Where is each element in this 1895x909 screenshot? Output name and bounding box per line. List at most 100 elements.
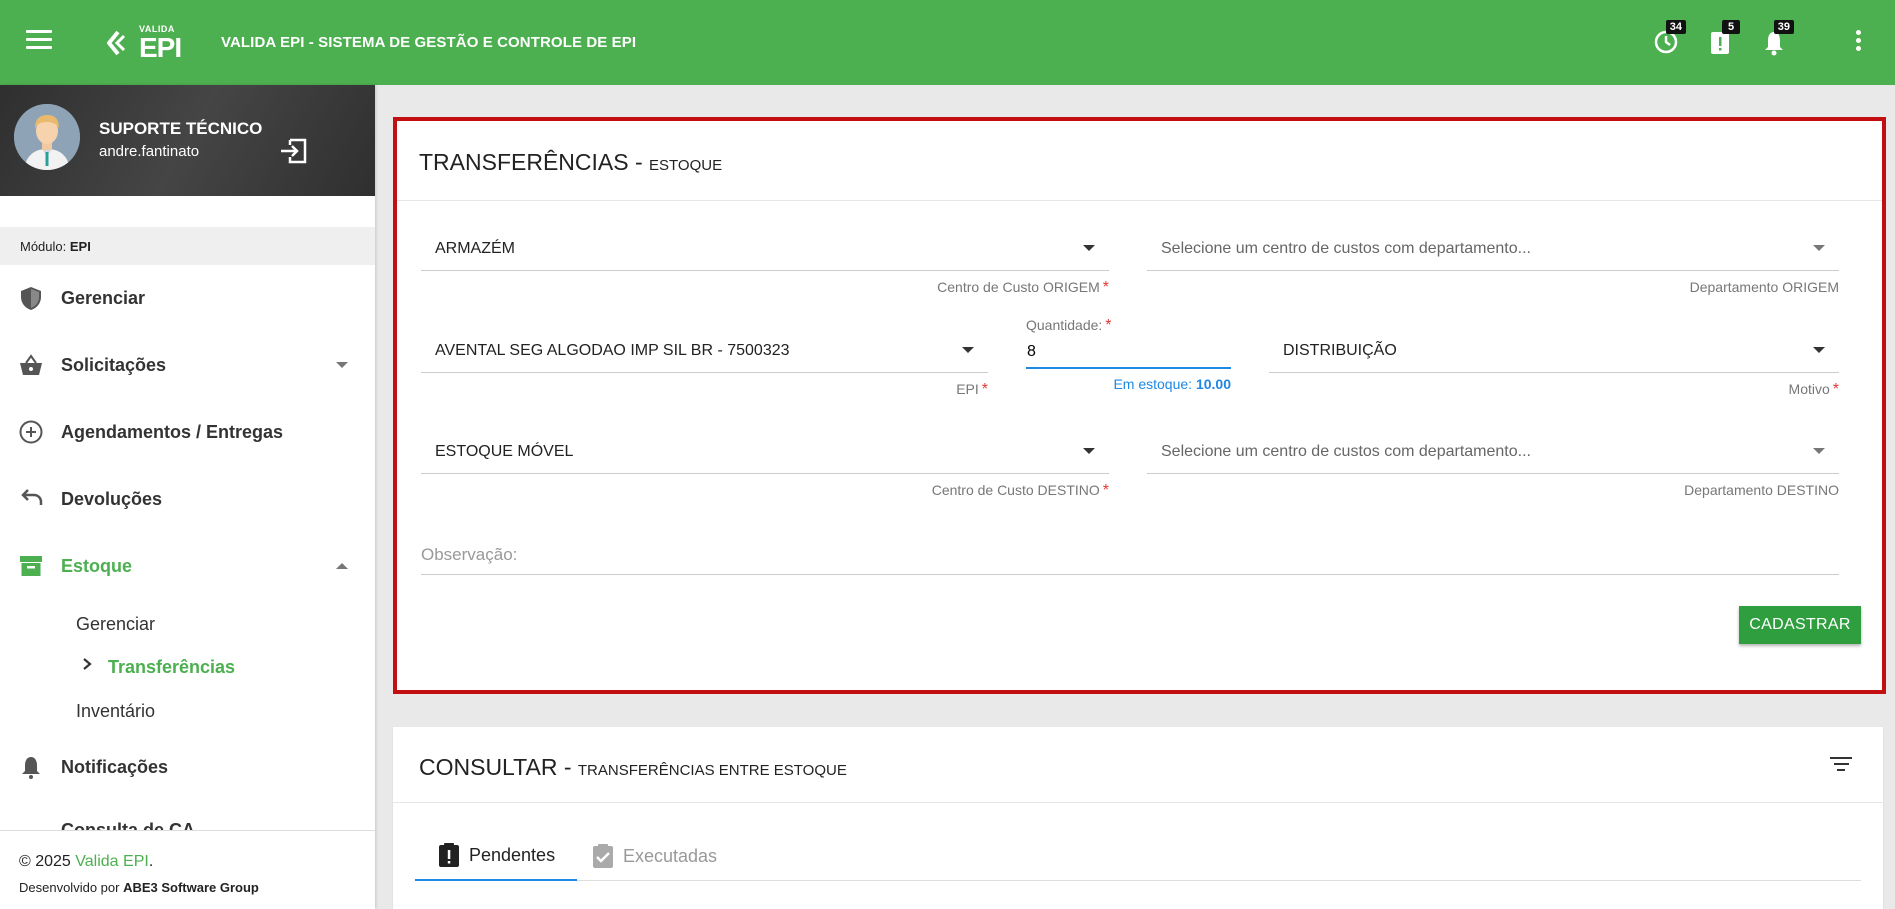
sidebar-item-notificacoes[interactable]: Notificações [0,742,375,792]
app-logo[interactable]: VALIDA EPI [105,22,182,64]
sidebar-subitem-inventario[interactable]: Inventário [76,701,155,722]
user-panel: SUPORTE TÉCNICO andre.fantinato [0,85,375,196]
logout-button[interactable] [278,136,310,166]
sidebar-item-label: Estoque [61,555,133,576]
dest-department-field: Selecione um centro de custos com depart… [1147,426,1839,498]
filter-icon[interactable] [1829,757,1853,775]
transfer-form-card: TRANSFERÊNCIAS - ESTOQUE ARMAZÉM Centro … [393,117,1886,694]
dest-cost-center-field: ESTOQUE MÓVEL Centro de Custo DESTINO * [421,426,1109,499]
reason-hint: Motivo * [1788,381,1839,398]
reason-value: DISTRIBUIÇÃO [1283,342,1397,359]
tab-pending[interactable]: Pendentes [415,831,578,881]
sidebar-item-estoque[interactable]: Estoque [0,541,375,591]
tab-executed[interactable]: Executadas [587,831,717,881]
menu-icon[interactable] [26,30,52,52]
consult-title-sub: TRANSFERÊNCIAS ENTRE ESTOQUE [577,762,847,779]
origin-department-placeholder: Selecione um centro de custos com depart… [1161,240,1531,257]
brand-link[interactable]: Valida EPI [75,853,149,870]
logout-icon [281,138,307,164]
consult-tabs: Pendentes Executadas [415,831,1861,881]
stock-hint: Em estoque: 10.00 [1113,376,1231,392]
dest-department-hint: Departamento DESTINO [1684,482,1839,498]
card-title-sub: ESTOQUE [649,157,723,174]
card-title: TRANSFERÊNCIAS - ESTOQUE [419,149,1882,176]
developer-credit: Desenvolvido por ABE3 Software Group [19,880,375,895]
dest-cost-center-value: ESTOQUE MÓVEL [435,443,574,460]
chevron-down-icon [336,362,348,368]
history-badge: 34 [1665,20,1686,34]
origin-cost-center-value: ARMAZÉM [435,240,515,257]
sidebar-item-solicitacoes[interactable]: Solicitações [0,340,375,390]
dropdown-caret-icon [1813,347,1825,353]
avatar [14,104,80,170]
dropdown-caret-icon [1813,448,1825,454]
user-role: SUPORTE TÉCNICO [99,119,263,138]
sidebar-item-label: Agendamentos / Entregas [61,421,284,442]
origin-cost-center-field: ARMAZÉM Centro de Custo ORIGEM * [421,223,1109,296]
top-bar: VALIDA EPI VALIDA EPI - SISTEMA DE GESTÃ… [0,0,1895,85]
observation-field [421,537,1839,575]
reason-select[interactable]: DISTRIBUIÇÃO [1269,325,1839,373]
dev-prefix: Desenvolvido por [19,880,120,895]
submit-button[interactable]: CADASTRAR [1739,606,1861,644]
archive-icon [20,556,42,576]
sidebar-subitem-gerenciar[interactable]: Gerenciar [76,614,155,635]
shield-icon [21,287,41,310]
logo-mark-icon [107,30,126,56]
origin-department-select[interactable]: Selecione um centro de custos com depart… [1147,223,1839,271]
tab-label: Pendentes [469,844,556,865]
alerts-button[interactable]: 5 [1706,20,1740,56]
module-indicator: Módulo: EPI [0,227,375,265]
dropdown-caret-icon [962,347,974,353]
dest-cost-center-select[interactable]: ESTOQUE MÓVEL [421,426,1109,474]
logo-big-text: EPI [139,31,182,63]
quantity-label: Quantidade: * [1026,317,1112,334]
dev-company: ABE3 Software Group [123,880,259,895]
module-value: EPI [69,239,91,254]
observation-input[interactable] [421,537,1839,573]
origin-cost-center-select[interactable]: ARMAZÉM [421,223,1109,271]
card-title-main: TRANSFERÊNCIAS - [419,149,643,175]
sidebar-subitem-transferencias[interactable]: Transferências [108,657,235,678]
tab-label: Executadas [623,845,718,866]
epi-select[interactable]: AVENTAL SEG ALGODAO IMP SIL BR - 7500323 [421,325,988,373]
consult-card: CONSULTAR - TRANSFERÊNCIAS ENTRE ESTOQUE… [393,727,1883,909]
chevron-up-icon [336,563,348,569]
alerts-badge: 5 [1722,20,1740,34]
origin-department-hint: Departamento ORIGEM [1689,279,1839,295]
clipboard-alert-icon [439,843,459,867]
dest-department-select[interactable]: Selecione um centro de custos com depart… [1147,426,1839,474]
notifications-badge: 39 [1773,20,1794,34]
sidebar-footer: © 2025 Valida EPI. Desenvolvido por ABE3… [0,830,375,909]
add-circle-icon [19,420,43,444]
copyright: © 2025 Valida EPI. [19,853,154,870]
basket-icon [20,354,42,375]
epi-field: AVENTAL SEG ALGODAO IMP SIL BR - 7500323… [421,325,988,398]
user-login: andre.fantinato [99,143,200,160]
epi-hint: EPI * [956,381,988,398]
origin-department-field: Selecione um centro de custos com depart… [1147,223,1839,295]
sidebar-item-label: Devoluções [61,488,163,509]
dropdown-caret-icon [1813,245,1825,251]
undo-icon [21,489,43,505]
app-title: VALIDA EPI - SISTEMA DE GESTÃO E CONTROL… [221,34,637,51]
sidebar-item-label: Solicitações [61,354,167,375]
copyright-text: © 2025 [19,853,71,870]
sidebar-item-label: Notificações [61,756,169,777]
more-options-icon[interactable] [1853,30,1863,54]
sidebar-item-consulta[interactable]: Consulta de CA [0,798,375,830]
sidebar-item-gerenciar[interactable]: Gerenciar [0,273,375,323]
sidebar-item-devolucoes[interactable]: Devoluções [0,474,375,524]
quantity-input[interactable] [1026,337,1231,369]
history-button[interactable]: 34 [1652,20,1686,56]
sidebar-item-agendamentos[interactable]: Agendamentos / Entregas [0,407,375,457]
chevron-right-icon [83,658,92,670]
dropdown-caret-icon [1083,245,1095,251]
consult-title: CONSULTAR - TRANSFERÊNCIAS ENTRE ESTOQUE [419,754,1883,781]
module-label: Módulo: [20,239,67,254]
notifications-button[interactable]: 39 [1760,20,1794,56]
dropdown-caret-icon [1083,448,1095,454]
card-header: TRANSFERÊNCIAS - ESTOQUE [397,121,1882,201]
origin-cost-center-hint: Centro de Custo ORIGEM * [937,279,1109,296]
sidebar-item-label: Consulta de CA [61,820,196,830]
